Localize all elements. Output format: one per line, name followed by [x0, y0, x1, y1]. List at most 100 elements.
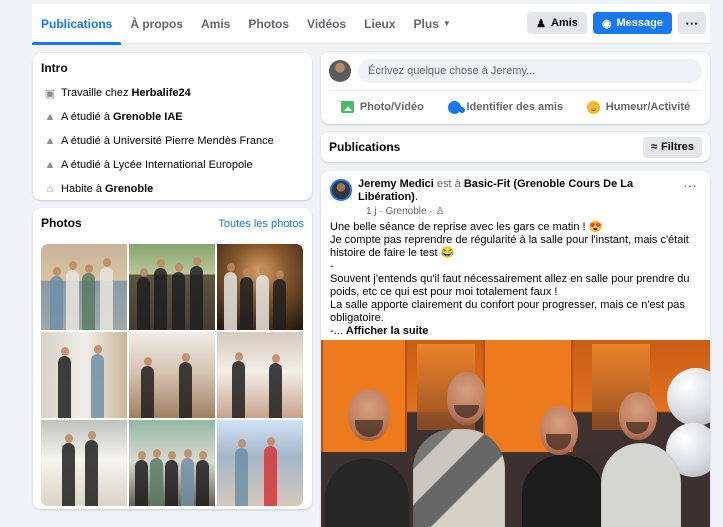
person-silhouette [172, 263, 185, 330]
photo-thumbnail[interactable] [217, 244, 303, 330]
friends-audience-icon: ♙ [435, 206, 445, 217]
post-text-line: - [330, 260, 334, 272]
see-more-link[interactable]: Afficher la suite [346, 325, 429, 337]
intro-home-row: ⌂ Habite à Grenoble [41, 177, 304, 201]
intro-education-text[interactable]: A étudié à Lycée International Europole [61, 159, 253, 171]
photo-thumbnail[interactable] [217, 332, 303, 418]
see-more-prefix: -... [330, 325, 346, 337]
facebook-profile-page: Publications À propos Amis Photos Vidéos… [0, 0, 723, 527]
exercise-ball [667, 368, 710, 426]
intro-education-row: ▲ A étudié à Grenoble IAE [41, 105, 304, 129]
post-text-line: Je compte pas reprendre de régularité à … [330, 234, 689, 259]
tab-more[interactable]: Plus ▼ [405, 4, 460, 44]
photos-header: Photos Toutes les photos [41, 216, 304, 236]
person-silhouette [150, 449, 163, 506]
profile-tabs: Publications À propos Amis Photos Vidéos… [32, 4, 460, 45]
tab-about[interactable]: À propos [121, 4, 192, 44]
post-composer-input[interactable]: Écrivez quelque chose à Jeremy... [358, 58, 702, 83]
person-silhouette [141, 357, 154, 418]
person-silhouette [235, 439, 248, 506]
friend-icon: ♟ [536, 17, 546, 30]
tag-friends-icon [447, 100, 465, 114]
photo-thumbnail[interactable] [129, 244, 215, 330]
person-silhouette [224, 263, 237, 330]
more-options-button[interactable]: ··· [678, 12, 706, 34]
chevron-down-icon: ▼ [442, 18, 451, 28]
intro-education-school[interactable]: Grenoble IAE [113, 111, 183, 123]
all-photos-link[interactable]: Toutes les photos [218, 218, 304, 230]
post-text: Une belle séance de reprise avec les gar… [330, 221, 700, 338]
friends-button-label: Amis [551, 17, 578, 29]
home-icon: ⌂ [46, 183, 54, 195]
composer-divider [329, 90, 702, 91]
tab-friends[interactable]: Amis [192, 4, 239, 44]
composer-actions: Photo/Vidéo Identifier des amis Humeur/A… [329, 96, 702, 118]
intro-home-city[interactable]: Grenoble [105, 183, 153, 195]
tab-places[interactable]: Lieux [355, 4, 404, 44]
person-silhouette [58, 347, 71, 418]
person-silhouette [181, 449, 194, 506]
photo-thumbnail[interactable] [41, 332, 127, 418]
intro-work-company[interactable]: Herbalife24 [131, 87, 190, 99]
post-see-more-line: -... Afficher la suite [330, 325, 700, 338]
message-button-label: Message [616, 17, 663, 29]
publications-header: Publications ≈ Filtres [321, 132, 710, 162]
profile-navigation-bar: Publications À propos Amis Photos Vidéos… [32, 4, 710, 45]
post-composer: Écrivez quelque chose à Jeremy... Photo/… [321, 52, 710, 124]
person-silhouette [256, 266, 269, 330]
person-silhouette [66, 261, 79, 330]
person-silhouette [179, 353, 192, 418]
photo-thumbnail[interactable] [41, 420, 127, 506]
post-header: Jeremy Medici est à Basic-Fit (Grenoble … [330, 178, 701, 218]
person-silhouette [82, 264, 95, 330]
filters-button[interactable]: ≈ Filtres [642, 136, 702, 158]
post-location-prefix: est à [436, 178, 461, 190]
tab-publications[interactable]: Publications [32, 4, 122, 45]
photo-video-button[interactable]: Photo/Vidéo [340, 101, 424, 113]
post-text-line: La salle apporte clairement du confort p… [330, 299, 685, 324]
post-meta: 1 j · Grenoble · ♙ [366, 206, 444, 217]
person-silhouette [273, 270, 286, 330]
education-icon: ▲ [44, 111, 56, 123]
intro-education-row: ▲ A étudié à Lycée International Europol… [41, 153, 304, 177]
person-silhouette [264, 437, 277, 506]
intro-card: Intro ▣ Travaille chez Herbalife24 ▲ A é… [33, 53, 312, 200]
intro-work-prefix: Travaille chez [61, 87, 129, 99]
tab-photos[interactable]: Photos [239, 4, 298, 44]
filters-label: Filtres [660, 141, 694, 153]
intro-education-text[interactable]: A étudié à Université Pierre Mendès Fran… [61, 135, 274, 147]
post-more-button[interactable]: ··· [683, 178, 697, 192]
education-icon: ▲ [44, 135, 56, 147]
tag-friends-button[interactable]: Identifier des amis [447, 100, 563, 114]
post-title: Jeremy Medici est à Basic-Fit (Grenoble … [358, 178, 666, 204]
tab-videos[interactable]: Vidéos [298, 4, 355, 44]
photo-thumbnail[interactable] [217, 420, 303, 506]
person-silhouette [91, 345, 104, 418]
photo-thumbnail[interactable] [129, 420, 215, 506]
composer-input-row: Écrivez quelque chose à Jeremy... [329, 58, 702, 83]
photos-card: Photos Toutes les photos [33, 208, 312, 509]
person-silhouette [240, 268, 253, 330]
person-silhouette [190, 257, 203, 330]
intro-education-row: ▲ A étudié à Université Pierre Mendès Fr… [41, 129, 304, 153]
message-button[interactable]: ◉ Message [592, 12, 672, 34]
person-silhouette [154, 259, 167, 330]
post-author[interactable]: Jeremy Medici [358, 178, 434, 190]
intro-education-prefix: A étudié à [61, 111, 110, 123]
photo-thumbnail[interactable] [41, 244, 127, 330]
feeling-activity-button[interactable]: Humeur/Activité [586, 100, 690, 114]
post-date-location[interactable]: 1 j · Grenoble · [366, 206, 435, 217]
person-silhouette [100, 258, 113, 330]
friends-button[interactable]: ♟ Amis [527, 12, 587, 34]
person-in-photo [522, 455, 604, 527]
person-silhouette [165, 451, 178, 506]
photo-grid [41, 244, 303, 506]
avatar[interactable] [330, 179, 352, 201]
person-silhouette [232, 352, 245, 418]
education-icon: ▲ [44, 159, 56, 171]
post-image[interactable] [321, 340, 710, 527]
person-silhouette [196, 451, 209, 506]
photo-thumbnail[interactable] [129, 332, 215, 418]
avatar[interactable] [329, 59, 351, 82]
person-silhouette [62, 434, 75, 506]
